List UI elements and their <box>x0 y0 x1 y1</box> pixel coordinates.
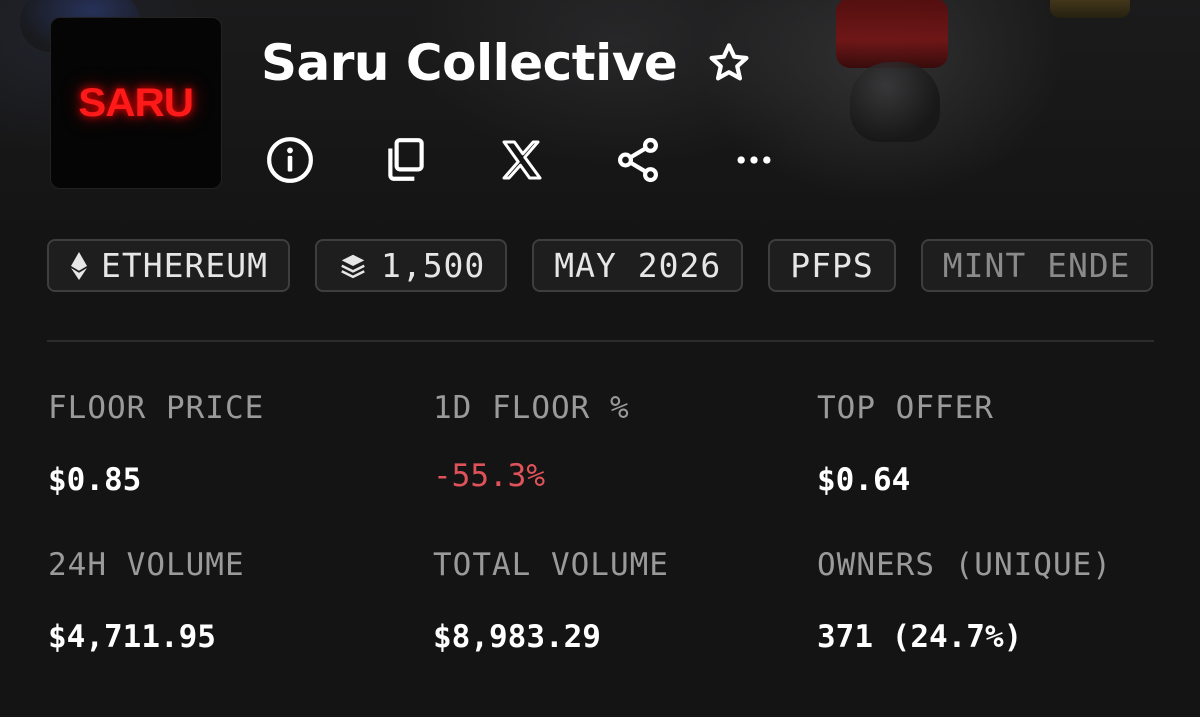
copy-address-button[interactable] <box>378 132 434 188</box>
x-logo-icon <box>502 140 542 180</box>
favorite-button[interactable] <box>705 39 753 87</box>
share-button[interactable] <box>610 132 666 188</box>
collection-logo-text: SARU <box>78 80 195 125</box>
stat-value: $8,983.29 <box>433 619 601 655</box>
section-divider <box>47 340 1154 342</box>
x-profile-link[interactable] <box>494 132 550 188</box>
supply-chip[interactable]: 1,500 <box>314 239 508 292</box>
stat-label: 24H VOLUME <box>48 547 245 583</box>
stat-24h-volume: 24H VOLUME $4,711.95 <box>48 547 245 655</box>
stat-floor-price: FLOOR PRICE $0.85 <box>48 390 264 498</box>
more-options-button[interactable] <box>726 132 782 188</box>
star-outline-icon <box>709 43 749 81</box>
mint-status-chip[interactable]: MINT ENDE <box>920 239 1153 292</box>
chip-label: ETHEREUM <box>101 246 268 285</box>
stat-label: FLOOR PRICE <box>48 390 265 426</box>
info-button[interactable] <box>262 132 318 188</box>
stat-label: TOTAL VOLUME <box>433 547 669 583</box>
collection-tags: ETHEREUM 1,500 MAY 2026 PFPS MINT ENDE <box>47 239 1154 293</box>
stat-total-volume: TOTAL VOLUME $8,983.29 <box>433 547 669 655</box>
layers-icon <box>337 251 369 281</box>
chip-label: MAY 2026 <box>554 246 722 285</box>
collection-avatar[interactable]: SARU <box>50 17 222 189</box>
title-row: Saru Collective <box>261 28 753 98</box>
created-date-chip[interactable]: MAY 2026 <box>532 239 744 292</box>
stat-value: $0.64 <box>817 462 911 498</box>
chip-label: 1,500 <box>380 246 486 285</box>
stat-value-negative: -55.3% <box>433 458 545 494</box>
share-icon <box>618 137 658 183</box>
more-horizontal-icon <box>737 156 771 164</box>
stat-value: $0.85 <box>48 462 142 498</box>
stat-label: 1D FLOOR % <box>433 390 630 426</box>
collection-actions <box>262 132 782 188</box>
ethereum-icon <box>69 251 89 281</box>
stat-owners: OWNERS (UNIQUE) 371 (24.7%) <box>817 547 1112 655</box>
info-icon <box>267 137 313 183</box>
stat-1d-floor-change: 1D FLOOR % -55.3% <box>433 390 630 494</box>
copy-icon <box>388 138 424 181</box>
chip-label: MINT ENDE <box>942 246 1131 285</box>
chain-chip[interactable]: ETHEREUM <box>47 239 290 292</box>
chip-label: PFPS <box>790 246 874 285</box>
stat-label: OWNERS (UNIQUE) <box>817 547 1112 583</box>
stat-label: TOP OFFER <box>817 390 994 426</box>
stat-value: 371 (24.7%) <box>817 619 1023 655</box>
collection-header-page: SARU Saru Collective ETHEREUM 1,500 MAY … <box>0 0 1200 717</box>
banner-figure-gold <box>1050 0 1130 18</box>
banner-figure-body <box>850 62 940 142</box>
collection-title: Saru Collective <box>261 34 678 92</box>
stat-top-offer: TOP OFFER $0.64 <box>817 390 994 498</box>
stat-value: $4,711.95 <box>48 619 216 655</box>
category-chip[interactable]: PFPS <box>768 239 896 292</box>
banner-figure-red-head <box>836 0 948 68</box>
